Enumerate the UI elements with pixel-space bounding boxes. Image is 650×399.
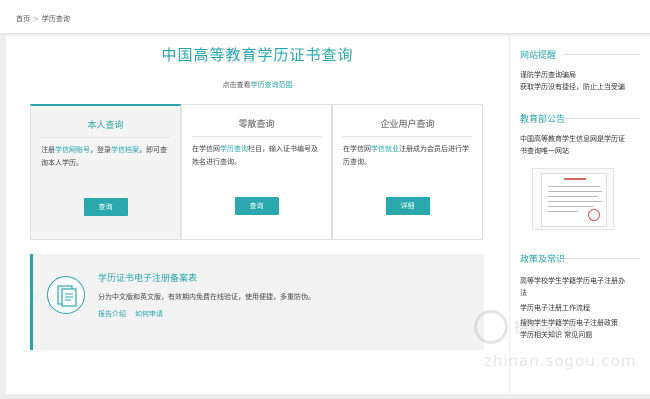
- registration-title[interactable]: 学历证书电子注册备案表: [98, 271, 197, 284]
- sidebar-item[interactable]: 谨防学历查询骗局: [520, 69, 640, 81]
- policy-heading: 政策及常识: [520, 252, 640, 269]
- sidebar-item[interactable]: 搜狗学生学籍学历电子注册政策: [520, 317, 640, 329]
- card-title: 企业用户查询: [380, 120, 435, 130]
- scattered-query-button[interactable]: 查询: [234, 197, 279, 215]
- page-title: 中国高等教育学历证书查询: [161, 46, 354, 64]
- card-scattered-query[interactable]: 零散查询 在学信网学历查询栏目，输入证书编号及姓名进行查询。 查询: [181, 104, 332, 240]
- registration-links: 报告介绍 如何申请: [98, 309, 172, 319]
- query-cards: 本人查询 注册学信网账号，登录学信档案，即可查询本人学历。 查询 零散查询 在学…: [30, 104, 484, 240]
- enterprise-detail-button[interactable]: 详细: [385, 197, 430, 215]
- document-icon: [47, 276, 85, 314]
- text: 在学信网: [343, 145, 371, 153]
- sidebar-item[interactable]: 学历电子注册工作流程: [520, 302, 640, 314]
- card-description: 在学信网学历查询栏目，输入证书编号及姓名进行查询。: [192, 143, 323, 169]
- sidebar-item[interactable]: 法: [520, 287, 640, 299]
- site-notice-section: 网站提醒 谨防学历查询骗局 获取学历没有捷径，防止上当受骗: [520, 48, 640, 93]
- card-enterprise-query[interactable]: 企业用户查询 在学信网学信就业注册成为会员后进行学历查询。 详细: [332, 104, 483, 240]
- sidebar-item[interactable]: 获取学历没有捷径，防止上当受骗: [520, 81, 640, 93]
- link-xuexin-archive[interactable]: 学信档案: [111, 146, 139, 154]
- site-notice-heading: 网站提醒: [520, 48, 640, 65]
- sidebar-item: 学历相关知识 常见问题: [520, 329, 640, 341]
- card-description: 在学信网学信就业注册成为会员后进行学历查询。: [343, 143, 474, 169]
- sidebar-item[interactable]: 常见问题: [564, 331, 592, 339]
- top-bar: 首页 > 学历查询: [0, 0, 650, 34]
- policy-section: 政策及常识 高等学校学生学籍学历电子注册办 法 学历电子注册工作流程 搜狗学生学…: [520, 252, 640, 341]
- breadcrumb-current: 学历查询: [41, 15, 70, 23]
- how-to-apply-link[interactable]: 如何申请: [135, 310, 163, 318]
- breadcrumb-separator: >: [33, 15, 39, 23]
- sidebar-item[interactable]: 书查询唯一网站: [520, 145, 640, 157]
- registration-panel: 学历证书电子注册备案表 分为中文版和英文版，有效期内免费在线验证，使用便捷，多重…: [30, 254, 484, 350]
- main-content: 中国高等教育学历证书查询 点击查看学历查询范围 本人查询 注册学信网账号，登录学…: [6, 36, 509, 394]
- breadcrumb-home[interactable]: 首页: [16, 15, 30, 23]
- ministry-notice-section: 教育部公告 中国高等教育学生信息网是学历证 书查询唯一网站: [520, 112, 640, 157]
- sidebar-item[interactable]: 高等学校学生学籍学历电子注册办: [520, 275, 640, 287]
- divider: [343, 136, 472, 137]
- report-intro-link[interactable]: 报告介绍: [98, 310, 126, 318]
- divider: [41, 137, 170, 138]
- breadcrumb: 首页 > 学历查询: [16, 14, 70, 24]
- card-title: 本人查询: [87, 121, 124, 131]
- card-personal-query[interactable]: 本人查询 注册学信网账号，登录学信档案，即可查询本人学历。 查询: [30, 104, 181, 240]
- notice-document-image[interactable]: [532, 168, 614, 230]
- scope-link[interactable]: 学历查询范围: [251, 81, 293, 89]
- personal-query-button[interactable]: 查询: [83, 198, 128, 216]
- divider: [192, 136, 321, 137]
- card-title: 零散查询: [238, 120, 275, 130]
- link-xuexin-account[interactable]: 学信网账号: [55, 146, 90, 154]
- text: 注册: [41, 146, 55, 154]
- link-degree-query[interactable]: 学历查询: [220, 145, 248, 153]
- sidebar: 网站提醒 谨防学历查询骗局 获取学历没有捷径，防止上当受骗 教育部公告 中国高等…: [510, 36, 650, 394]
- text: 在学信网: [192, 145, 220, 153]
- scope-prefix: 点击查看: [222, 81, 251, 89]
- sidebar-item[interactable]: 学历相关知识: [520, 331, 562, 339]
- sidebar-item[interactable]: 中国高等教育学生信息网是学历证: [520, 133, 640, 145]
- card-description: 注册学信网账号，登录学信档案，即可查询本人学历。: [41, 144, 172, 170]
- document-paper: [541, 173, 607, 227]
- registration-description: 分为中文版和英文版，有效期内免费在线验证，使用便捷，多重防伪。: [98, 293, 315, 301]
- seal-icon: [588, 209, 600, 221]
- scope-line: 点击查看学历查询范围: [6, 80, 509, 90]
- link-xuexin-jobs[interactable]: 学信就业: [371, 145, 399, 153]
- text: ，登录: [90, 146, 111, 154]
- ministry-heading: 教育部公告: [520, 112, 640, 129]
